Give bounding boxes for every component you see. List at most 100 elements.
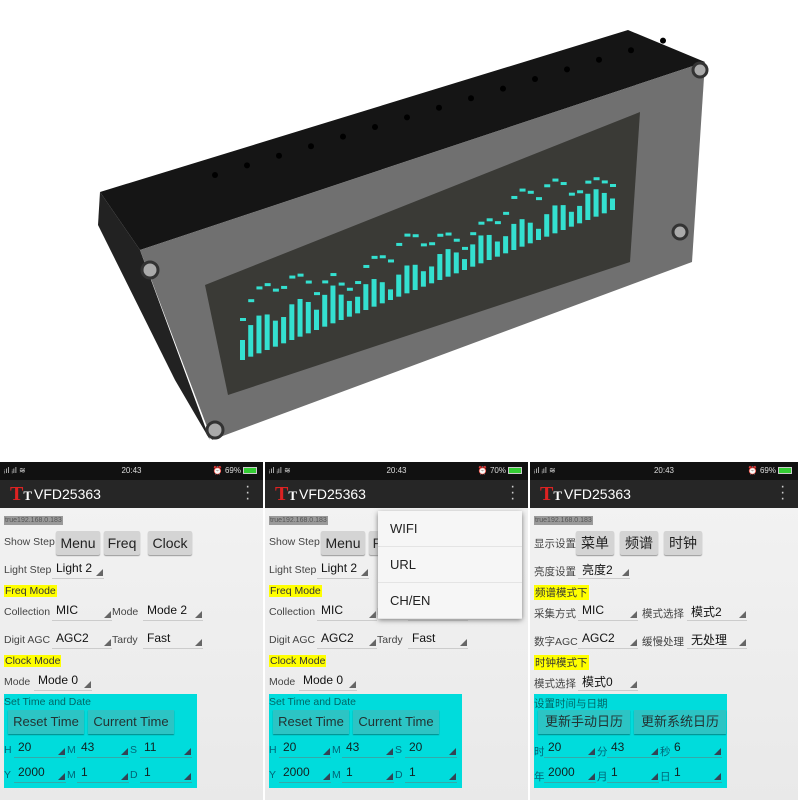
spectrum-peak [264, 283, 271, 287]
spectrum-bar [264, 314, 270, 350]
second-dropdown[interactable]: 20 [405, 740, 457, 758]
day-dropdown[interactable]: 1 [140, 765, 192, 783]
spectrum-peak [355, 281, 362, 285]
clock-mode-heading: 时钟模式下 [534, 655, 589, 670]
freq-button[interactable]: 频谱 [620, 531, 658, 555]
current-time-button[interactable]: Current Time [353, 710, 439, 734]
spectrum-bar [601, 192, 607, 214]
digit-agc-dropdown[interactable]: AGC2 [52, 631, 112, 649]
battery-status: ⏰ 69% [213, 466, 257, 475]
spectrum-bar [272, 320, 278, 347]
second-dropdown[interactable]: 6 [670, 740, 722, 758]
spectrum-bar [256, 315, 262, 354]
spectrum-peak [568, 192, 575, 196]
menu-item-url[interactable]: URL [378, 547, 522, 583]
vent-hole [308, 143, 314, 150]
spectrum-bar [527, 222, 533, 244]
overflow-menu-icon[interactable]: · · · [780, 479, 785, 507]
year-label: Y [269, 769, 277, 781]
app-title: VFD25363 [34, 486, 101, 502]
spectrum-peak [338, 282, 345, 286]
vent-hole [404, 114, 410, 121]
spectrum-bar [305, 301, 311, 334]
hour-dropdown[interactable]: 20 [544, 740, 596, 758]
month-label: M [67, 769, 76, 781]
minute-dropdown[interactable]: 43 [607, 740, 659, 758]
reset-time-button[interactable]: Reset Time [273, 710, 349, 734]
hour-dropdown[interactable]: 20 [279, 740, 331, 758]
battery-status: ⏰ 69% [748, 466, 792, 475]
freq-button[interactable]: Freq [104, 531, 140, 555]
light-step-label: Light Step [269, 564, 317, 576]
signal-icon: ᵢıl ᵢıl ≋ [4, 466, 26, 475]
year-dropdown[interactable]: 2000 [279, 765, 331, 783]
collection-dropdown[interactable]: MIC [52, 603, 112, 621]
light-step-dropdown[interactable]: 亮度2 [578, 561, 630, 579]
menu-button[interactable]: Menu [56, 531, 100, 555]
tardy-dropdown[interactable]: Fast [408, 631, 468, 649]
spectrum-peak [297, 273, 304, 277]
clock-button[interactable]: Clock [148, 531, 192, 555]
menu-button[interactable]: 菜单 [576, 531, 614, 555]
menu-item-wifi[interactable]: WIFI [378, 511, 522, 547]
spectrum-bar [462, 259, 467, 270]
menu-item-language[interactable]: CH/EN [378, 583, 522, 619]
spectrum-bar [371, 279, 377, 307]
current-time-button[interactable]: 更新系统日历 [634, 710, 726, 734]
hour-dropdown[interactable]: 20 [14, 740, 66, 758]
collection-label: Collection [4, 606, 51, 618]
clock-mode-dropdown[interactable]: Mode 0 [299, 673, 357, 691]
status-time: 20:43 [121, 466, 142, 475]
light-step-dropdown[interactable]: Light 2 [52, 561, 104, 579]
overflow-menu-icon[interactable]: · · · [245, 479, 250, 507]
spectrum-peak [281, 285, 288, 289]
collection-dropdown[interactable]: MIC [578, 603, 638, 621]
vent-hole [340, 133, 346, 140]
overflow-menu-icon[interactable]: · · · [510, 479, 515, 507]
day-dropdown[interactable]: 1 [405, 765, 457, 783]
digit-agc-dropdown[interactable]: AGC2 [317, 631, 377, 649]
spectrum-peak [388, 259, 394, 263]
light-step-label: 亮度设置 [534, 566, 576, 578]
spectrum-peak [494, 221, 501, 225]
month-dropdown[interactable]: 1 [342, 765, 394, 783]
spectrum-peak [289, 275, 296, 279]
logo-mark: T [23, 488, 33, 503]
spectrum-bar [240, 340, 245, 360]
tardy-dropdown[interactable]: 无处理 [687, 631, 747, 649]
reset-time-button[interactable]: Reset Time [8, 710, 84, 734]
spectrum-bar [610, 198, 615, 210]
month-dropdown[interactable]: 1 [607, 765, 659, 783]
second-dropdown[interactable]: 11 [140, 740, 192, 758]
freq-mode-dropdown[interactable]: 模式2 [687, 603, 747, 621]
clock-mode-dropdown[interactable]: Mode 0 [34, 673, 92, 691]
clock-button[interactable]: 时钟 [664, 531, 702, 555]
spectrum-peak [610, 183, 616, 187]
spectrum-bar [437, 254, 443, 280]
tardy-dropdown[interactable]: Fast [143, 631, 203, 649]
month-dropdown[interactable]: 1 [77, 765, 129, 783]
status-time: 20:43 [653, 466, 675, 475]
clock-mode-dropdown[interactable]: 模式0 [578, 673, 638, 691]
minute-dropdown[interactable]: 43 [77, 740, 129, 758]
year-dropdown[interactable]: 2000 [14, 765, 66, 783]
clock-mode-label: Mode [269, 676, 296, 688]
minute-dropdown[interactable]: 43 [342, 740, 394, 758]
spectrum-peak [593, 177, 600, 181]
spectrum-bar [593, 189, 599, 217]
spectrum-bar [404, 265, 410, 294]
light-step-dropdown[interactable]: Light 2 [317, 561, 369, 579]
reset-time-button[interactable]: 更新手动日历 [538, 710, 630, 734]
spectrum-bar [544, 214, 550, 237]
digit-agc-dropdown[interactable]: AGC2 [578, 631, 638, 649]
menu-button[interactable]: Menu [321, 531, 365, 555]
spectrum-peak [412, 234, 419, 238]
day-dropdown[interactable]: 1 [670, 765, 722, 783]
current-time-button[interactable]: Current Time [88, 710, 174, 734]
freq-mode-dropdown[interactable]: Mode 2 [143, 603, 203, 621]
year-dropdown[interactable]: 2000 [544, 765, 596, 783]
app-logo: TT [540, 483, 563, 505]
collection-dropdown[interactable]: MIC [317, 603, 377, 621]
spectrum-peak [453, 238, 460, 242]
spectrum-bar [486, 234, 492, 260]
